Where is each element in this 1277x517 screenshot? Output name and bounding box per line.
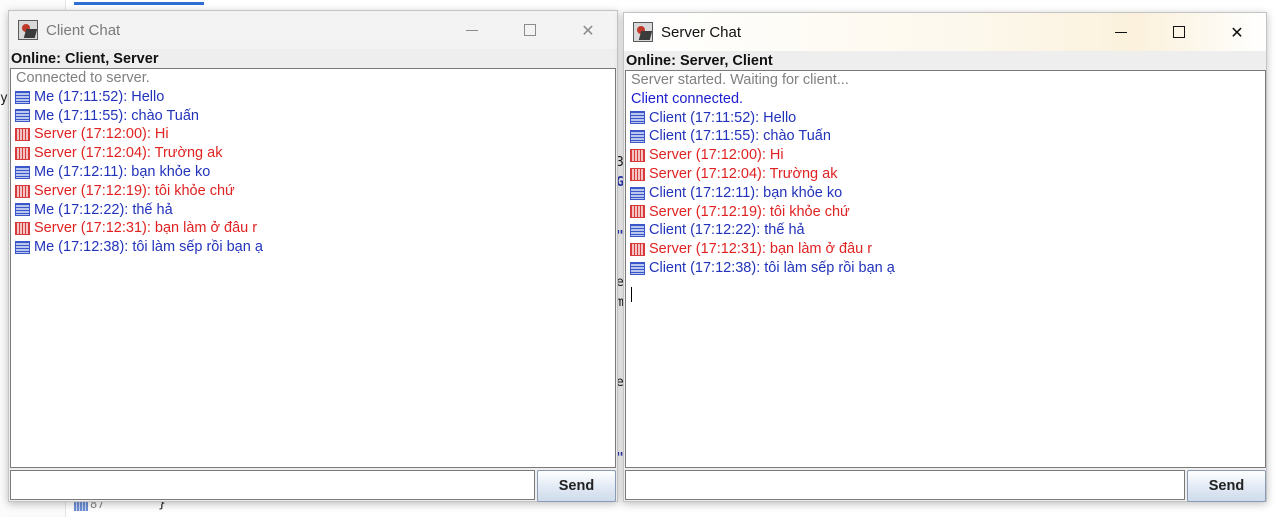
message-text: Client (17:12:11): bạn khỏe ko [649, 184, 843, 201]
server-chat-window: Server Chat ✕ Online: Server, Client Ser… [623, 12, 1267, 502]
message-text: Server (17:12:00): Hi [649, 147, 784, 164]
text-caret [631, 287, 632, 302]
server-message-icon [15, 222, 30, 236]
message-icon [630, 130, 645, 144]
message-text: Connected to server. [16, 70, 150, 86]
chat-message: Server (17:12:00): Hi [11, 125, 615, 144]
message-text: Server started. Waiting for client... [631, 72, 849, 88]
system-message: Connected to server. [11, 69, 615, 88]
close-icon: ✕ [1230, 22, 1244, 42]
window-title: Server Chat [661, 23, 742, 41]
chat-message: Client (17:12:38): tôi làm sếp rồi bạn ạ [626, 259, 1265, 278]
chat-message: Client (17:11:55): chào Tuấn [626, 127, 1265, 146]
server-message-icon [630, 167, 645, 181]
maximize-button[interactable] [501, 11, 559, 49]
ide-code-fragment: y [0, 91, 8, 106]
server-message-icon [630, 149, 645, 163]
minimize-button[interactable] [1092, 13, 1150, 51]
chat-message: Me (17:12:11): bạn khỏe ko [11, 163, 615, 182]
system-message: Client connected. [626, 90, 1265, 109]
minimize-button[interactable] [443, 11, 501, 49]
online-users-label: Online: Server, Client [626, 53, 773, 69]
message-icon [630, 111, 645, 125]
java-app-icon[interactable] [633, 22, 653, 42]
java-app-icon[interactable] [18, 20, 38, 40]
message-icon [15, 241, 30, 255]
chat-message: Server (17:12:31): bạn làm ở đâu r [11, 219, 615, 238]
chat-message: Server (17:12:19): tôi khỏe chứ [11, 182, 615, 201]
online-users-label: Online: Client, Server [11, 51, 159, 67]
server-message-icon [630, 205, 645, 219]
minimize-icon [1115, 31, 1127, 33]
message-icon [15, 90, 30, 104]
title-bar[interactable]: Server Chat ✕ [624, 13, 1266, 51]
message-input[interactable] [625, 470, 1185, 500]
message-text: Server (17:12:00): Hi [34, 126, 169, 143]
server-message-icon [15, 147, 30, 161]
message-text: Client (17:11:52): Hello [649, 109, 797, 126]
maximize-button[interactable] [1150, 13, 1208, 51]
message-text: Client (17:12:22): thế hả [649, 222, 805, 239]
message-icon [15, 203, 30, 217]
maximize-icon [1173, 26, 1185, 38]
message-icon [630, 224, 645, 238]
close-button[interactable]: ✕ [1208, 13, 1266, 51]
system-message: Server started. Waiting for client... [626, 71, 1265, 90]
message-icon [15, 109, 30, 123]
chat-log[interactable]: Connected to server. Me (17:11:52): Hello… [10, 68, 616, 468]
client-chat-window: Client Chat ✕ Online: Client, Server Con… [8, 10, 618, 502]
message-text: Client (17:11:55): chào Tuấn [649, 128, 831, 145]
message-text: Client (17:12:38): tôi làm sếp rồi bạn ạ [649, 259, 895, 276]
message-text: Server (17:12:04): Trường ak [34, 145, 223, 162]
chat-message: Server (17:12:04): Trường ak [11, 144, 615, 163]
chat-message: Me (17:12:38): tôi làm sếp rồi bạn ạ [11, 238, 615, 257]
chat-message: Server (17:12:00): Hi [626, 146, 1265, 165]
message-text: Server (17:12:19): tôi khỏe chứ [649, 203, 850, 220]
message-text: Server (17:12:19): tôi khỏe chứ [34, 182, 235, 199]
message-text: Me (17:11:55): chào Tuấn [34, 107, 199, 124]
chat-message: Client (17:12:11): bạn khỏe ko [626, 184, 1265, 203]
message-icon [630, 261, 645, 275]
message-input[interactable] [10, 470, 535, 500]
chat-message: Client (17:11:52): Hello [626, 109, 1265, 128]
message-text: Me (17:12:11): bạn khỏe ko [34, 163, 211, 180]
message-icon [630, 186, 645, 200]
minimize-icon [466, 29, 478, 31]
chat-message: Server (17:12:19): tôi khỏe chứ [626, 203, 1265, 222]
message-text: Me (17:12:38): tôi làm sếp rồi bạn ạ [34, 239, 263, 256]
chat-message: Server (17:12:04): Trường ak [626, 165, 1265, 184]
chat-message: Server (17:12:31): bạn làm ở đâu r [626, 240, 1265, 259]
chat-message: Me (17:11:55): chào Tuấn [11, 107, 615, 126]
close-icon: ✕ [581, 20, 595, 40]
chat-message: Client (17:12:22): thế hả [626, 221, 1265, 240]
message-icon [15, 165, 30, 179]
send-button[interactable]: Send [1187, 470, 1266, 502]
server-message-icon [630, 243, 645, 257]
maximize-icon [524, 24, 536, 36]
title-bar[interactable]: Client Chat ✕ [9, 11, 617, 49]
chat-message: Me (17:11:52): Hello [11, 88, 615, 107]
message-text: Server (17:12:31): bạn làm ở đâu r [649, 241, 873, 258]
message-text: Server (17:12:31): bạn làm ở đâu r [34, 220, 258, 237]
chat-message: Me (17:12:22): thế hả [11, 201, 615, 220]
window-title: Client Chat [46, 21, 121, 39]
server-message-icon [15, 184, 30, 198]
server-message-icon [15, 128, 30, 142]
ide-active-tab-indicator [74, 2, 204, 5]
message-text: Me (17:12:22): thế hả [34, 201, 173, 218]
message-text: Me (17:11:52): Hello [34, 88, 165, 105]
message-text: Server (17:12:04): Trường ak [649, 165, 838, 182]
chat-log[interactable]: Server started. Waiting for client... Cli… [625, 70, 1266, 468]
message-text: Client connected. [631, 90, 744, 107]
send-button[interactable]: Send [537, 470, 616, 502]
close-button[interactable]: ✕ [559, 11, 617, 49]
